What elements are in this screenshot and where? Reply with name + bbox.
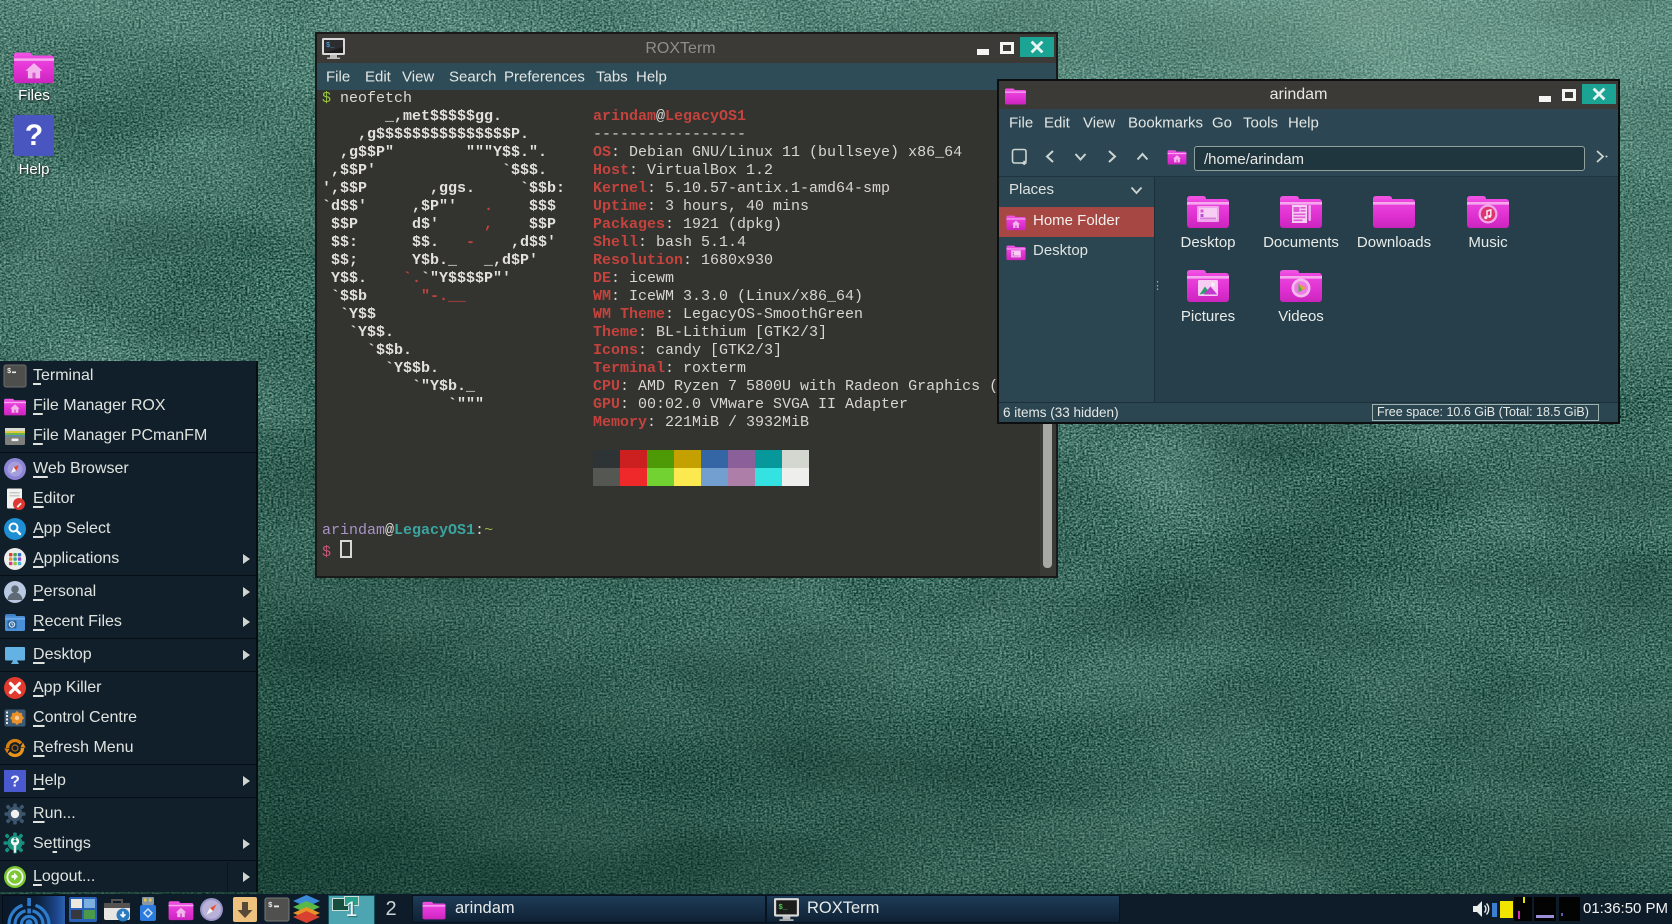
svg-text:?: ? [10, 774, 20, 791]
svg-text:$: $ [7, 368, 11, 376]
svg-text:$: $ [268, 902, 273, 910]
svg-text:$_: $_ [778, 904, 788, 912]
